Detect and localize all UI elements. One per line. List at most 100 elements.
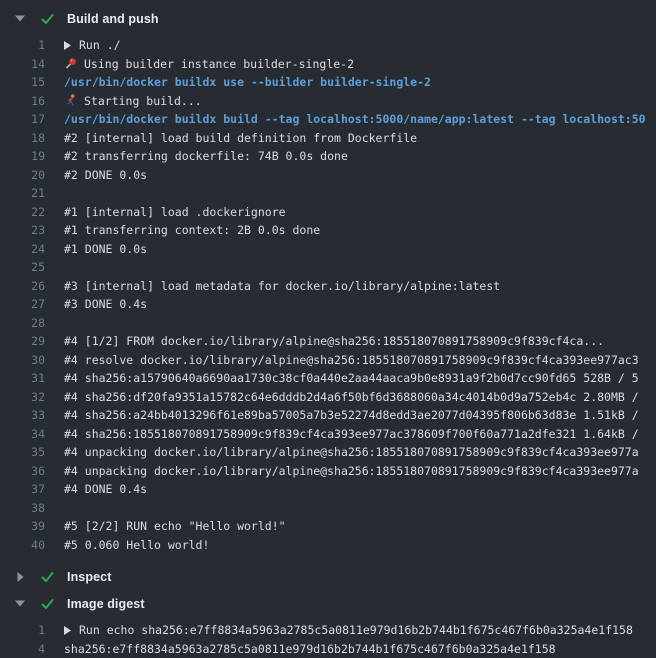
- line-number[interactable]: 22: [0, 205, 45, 219]
- log-line: 38: [0, 499, 656, 518]
- log-text: #4 unpacking docker.io/library/alpine@sh…: [64, 464, 639, 478]
- caret-right-icon: [14, 572, 26, 582]
- log-text-line: sha256:e7ff8834a5963a2785c5a0811e979d16b…: [64, 642, 556, 656]
- log-text: #5 [2/2] RUN echo "Hello world!": [64, 519, 286, 533]
- log-text-line: #4 sha256:df20fa9351a15782c64e6dddb2d4a6…: [64, 390, 639, 404]
- log-line: 1 Run ./: [0, 36, 656, 55]
- check-icon: [39, 12, 55, 26]
- log-text: #4 resolve docker.io/library/alpine@sha2…: [64, 353, 639, 367]
- log-text: #4 sha256:a24bb4013296f61e89ba57005a7b3e…: [64, 408, 639, 422]
- log-text-line: #1 transferring context: 2B 0.0s done: [64, 223, 320, 237]
- section-header-inspect[interactable]: Inspect: [0, 563, 656, 590]
- line-number[interactable]: 4: [0, 642, 45, 656]
- line-number[interactable]: 36: [0, 464, 45, 478]
- section-header-image-digest[interactable]: Image digest: [0, 590, 656, 617]
- log-line: 35 #4 unpacking docker.io/library/alpine@…: [0, 443, 656, 462]
- log-text: #4 [1/2] FROM docker.io/library/alpine@s…: [64, 334, 604, 348]
- log-text-line: #3 DONE 0.4s: [64, 297, 147, 311]
- log-text: #1 transferring context: 2B 0.0s done: [64, 223, 320, 237]
- log-line: 4 sha256:e7ff8834a5963a2785c5a0811e979d16…: [0, 640, 656, 658]
- line-number[interactable]: 23: [0, 223, 45, 237]
- caret-down-icon: [14, 600, 26, 607]
- section-header-build-and-push[interactable]: Build and push: [0, 5, 656, 32]
- log-text: Run ./: [79, 38, 121, 52]
- line-number[interactable]: 31: [0, 371, 45, 385]
- section-image-digest: Image digest 1Run echo sha256:e7ff8834a59…: [0, 590, 656, 658]
- log-text: #5 0.060 Hello world!: [64, 538, 209, 552]
- log-line: 21: [0, 184, 656, 203]
- line-number[interactable]: 17: [0, 112, 45, 126]
- log-text: #2 [internal] load build definition from…: [64, 131, 417, 145]
- log-line: 20 #2 DONE 0.0s: [0, 166, 656, 185]
- log-line: 14 Using builder instance builder-single-…: [0, 55, 656, 74]
- log-text-line: #1 DONE 0.0s: [64, 242, 147, 256]
- log-text-line: #4 sha256:185518070891758909c9f839cf4ca3…: [64, 427, 639, 441]
- log-line: 27 #3 DONE 0.4s: [0, 295, 656, 314]
- log-text-line: #4 unpacking docker.io/library/alpine@sh…: [64, 464, 639, 478]
- log-text-line: #3 [internal] load metadata for docker.i…: [64, 279, 500, 293]
- line-number[interactable]: 20: [0, 168, 45, 182]
- log-line: 17/usr/bin/docker buildx build --tag loc…: [0, 110, 656, 129]
- log-line: 36 #4 unpacking docker.io/library/alpine@…: [0, 462, 656, 481]
- log-line: 29 #4 [1/2] FROM docker.io/library/alpine…: [0, 332, 656, 351]
- expand-arrow-icon[interactable]: [64, 626, 71, 635]
- expand-arrow-icon[interactable]: [64, 41, 71, 50]
- log-line: 30 #4 resolve docker.io/library/alpine@sh…: [0, 351, 656, 370]
- log-text-line: #2 transferring dockerfile: 74B 0.0s don…: [64, 149, 348, 163]
- log-line: 28: [0, 314, 656, 333]
- log-text-line: Using builder instance builder-single-2: [64, 57, 354, 71]
- runner-icon: [64, 94, 77, 107]
- log-command-line: /usr/bin/docker buildx build --tag local…: [64, 112, 646, 126]
- line-number[interactable]: 39: [0, 519, 45, 533]
- line-number[interactable]: 15: [0, 75, 45, 89]
- log-line: 1Run echo sha256:e7ff8834a5963a2785c5a08…: [0, 621, 656, 640]
- log-line: 31 #4 sha256:a15790640a6690aa1730c38cf0a4…: [0, 369, 656, 388]
- line-number[interactable]: 29: [0, 334, 45, 348]
- line-number[interactable]: 40: [0, 538, 45, 552]
- line-number[interactable]: 26: [0, 279, 45, 293]
- log-text-line: #5 [2/2] RUN echo "Hello world!": [64, 519, 286, 533]
- section-title: Inspect: [67, 570, 111, 584]
- log-text-line: Run ./: [64, 38, 121, 52]
- log-text: #2 DONE 0.0s: [64, 168, 147, 182]
- pushpin-icon: [64, 57, 77, 70]
- line-number[interactable]: 1: [0, 38, 45, 52]
- line-number[interactable]: 1: [0, 623, 45, 637]
- log-line: 26 #3 [internal] load metadata for docker…: [0, 277, 656, 296]
- line-number[interactable]: 16: [0, 94, 45, 108]
- line-number[interactable]: 25: [0, 260, 45, 274]
- log-line: 18 #2 [internal] load build definition fr…: [0, 129, 656, 148]
- line-number[interactable]: 21: [0, 186, 45, 200]
- line-number[interactable]: 37: [0, 482, 45, 496]
- log-line: 19 #2 transferring dockerfile: 74B 0.0s d…: [0, 147, 656, 166]
- line-number[interactable]: 24: [0, 242, 45, 256]
- line-number[interactable]: 18: [0, 131, 45, 145]
- log-line: 37#4 DONE 0.4s: [0, 480, 656, 499]
- log-text-line: #4 sha256:a15790640a6690aa1730c38cf0a440…: [64, 371, 639, 385]
- line-number[interactable]: 35: [0, 445, 45, 459]
- log-text-line: #4 resolve docker.io/library/alpine@sha2…: [64, 353, 639, 367]
- log-text: #4 unpacking docker.io/library/alpine@sh…: [64, 445, 639, 459]
- line-number[interactable]: 32: [0, 390, 45, 404]
- section-body-image-digest: 1Run echo sha256:e7ff8834a5963a2785c5a08…: [0, 621, 656, 658]
- line-number[interactable]: 34: [0, 427, 45, 441]
- line-number[interactable]: 19: [0, 149, 45, 163]
- log-line: 40 #5 0.060 Hello world!: [0, 536, 656, 555]
- log-line: 39 #5 [2/2] RUN echo "Hello world!": [0, 517, 656, 536]
- log-text-line: #1 [internal] load .dockerignore: [64, 205, 286, 219]
- log-text: #3 [internal] load metadata for docker.i…: [64, 279, 500, 293]
- log-command-line: /usr/bin/docker buildx use --builder bui…: [64, 75, 431, 89]
- log-text: #4 sha256:a15790640a6690aa1730c38cf0a440…: [64, 371, 639, 385]
- line-number[interactable]: 14: [0, 57, 45, 71]
- section-build-and-push: Build and push 1 Run ./ 14 Using builder ins…: [0, 5, 656, 554]
- section-inspect: Inspect: [0, 563, 656, 590]
- log-line: 23 #1 transferring context: 2B 0.0s done: [0, 221, 656, 240]
- line-number[interactable]: 27: [0, 297, 45, 311]
- log-text-line: #4 unpacking docker.io/library/alpine@sh…: [64, 445, 639, 459]
- line-number[interactable]: 30: [0, 353, 45, 367]
- log-text: #1 DONE 0.0s: [64, 242, 147, 256]
- line-number[interactable]: 28: [0, 316, 45, 330]
- log-text-line: #4 sha256:a24bb4013296f61e89ba57005a7b3e…: [64, 408, 639, 422]
- line-number[interactable]: 38: [0, 501, 45, 515]
- line-number[interactable]: 33: [0, 408, 45, 422]
